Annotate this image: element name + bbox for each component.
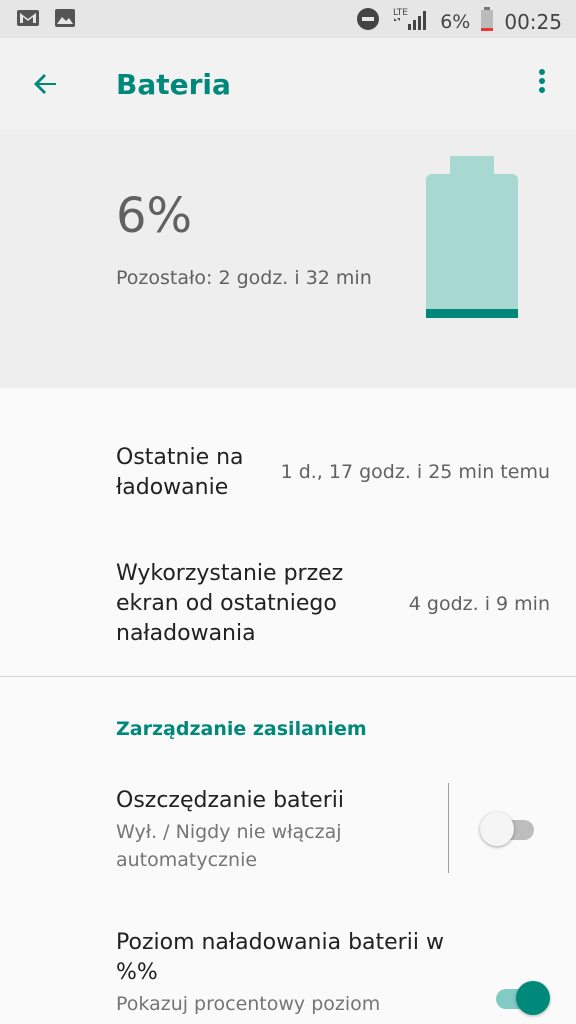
status-battery-percent: 6%: [440, 10, 471, 33]
section-header-power: Zarządzanie zasilaniem: [116, 718, 367, 740]
more-vert-icon: [539, 69, 545, 93]
more-options-button[interactable]: [530, 64, 554, 104]
gmail-icon: [16, 8, 40, 32]
screen-usage-value: 4 godz. i 9 min: [408, 593, 550, 615]
battery-level-fill: [426, 309, 518, 318]
image-icon: [54, 8, 76, 32]
arrow-back-icon: [34, 74, 56, 94]
battery-percentage-row[interactable]: Poziom naładowania baterii w %% Pokazuj …: [116, 928, 456, 1018]
battery-saver-row[interactable]: Oszczędzanie baterii Wył. / Nigdy nie wł…: [116, 786, 436, 874]
battery-cap: [450, 156, 494, 174]
status-time: 00:25: [504, 9, 562, 34]
vertical-separator: [448, 783, 449, 873]
back-button[interactable]: [26, 64, 66, 104]
screen-usage-row[interactable]: Wykorzystanie przez ekran od ostatniego …: [116, 559, 556, 649]
battery-percentage-switch[interactable]: [490, 978, 550, 1018]
do-not-disturb-icon: [356, 7, 380, 36]
battery-low-icon: [480, 6, 494, 37]
battery-percentage-title: Poziom naładowania baterii w %%: [116, 930, 444, 985]
battery-remaining: Pozostało: 2 godz. i 32 min: [116, 267, 372, 289]
divider: [0, 676, 576, 677]
battery-percent: 6%: [116, 188, 193, 244]
status-bar: LTE 6% 00:25: [0, 0, 576, 38]
last-charged-title: Ostatnie na ładowanie: [116, 445, 244, 500]
signal-icon: LTE: [390, 6, 430, 37]
screen-usage-title: Wykorzystanie przez ekran od ostatniego …: [116, 561, 344, 646]
battery-percentage-summary: Pokazuj procentowy poziom: [116, 993, 381, 1015]
app-bar: Bateria: [0, 38, 576, 130]
page-title: Bateria: [116, 68, 231, 101]
battery-saver-title: Oszczędzanie baterii: [116, 788, 344, 813]
last-charged-row[interactable]: Ostatnie na ładowanie 1 d., 17 godz. i 2…: [116, 443, 556, 503]
battery-saver-switch[interactable]: [480, 809, 540, 849]
battery-header: 6% Pozostało: 2 godz. i 32 min: [0, 130, 576, 388]
battery-saver-summary: Wył. / Nigdy nie włączaj automatycznie: [116, 821, 342, 871]
network-type-label: LTE: [393, 8, 408, 18]
battery-graphic: [424, 156, 520, 320]
battery-body: [426, 174, 518, 318]
last-charged-value: 1 d., 17 godz. i 25 min temu: [280, 461, 550, 483]
